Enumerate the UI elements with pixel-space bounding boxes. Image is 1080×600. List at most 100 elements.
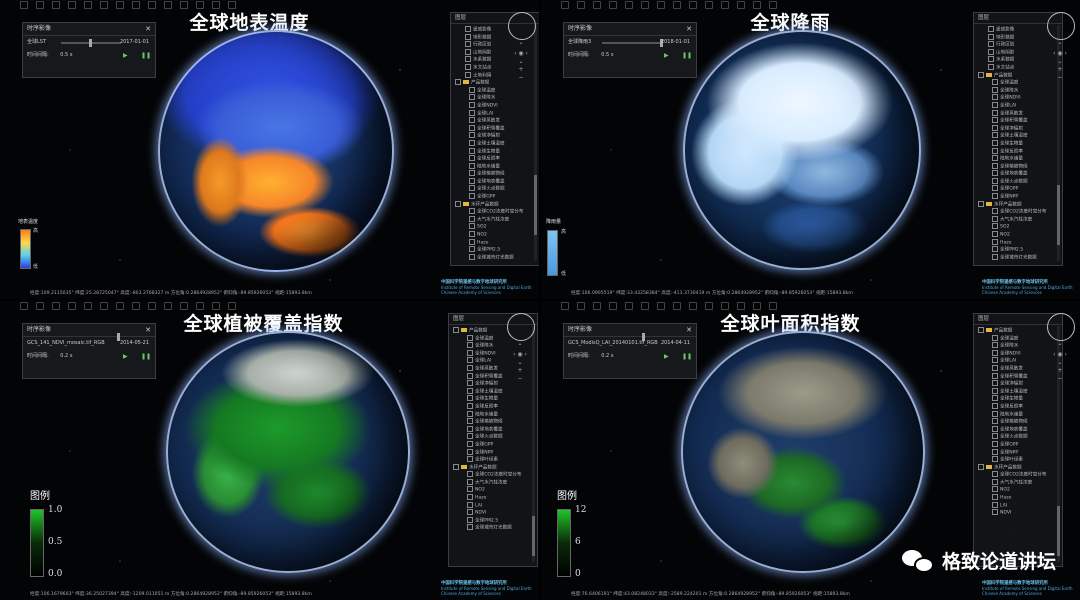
layer-item[interactable]: 全球NDVI [978,94,1062,102]
layer-item[interactable]: 全球土壤湿度 [978,132,1062,140]
layer-item[interactable]: 全球城市灯光数据 [978,253,1062,262]
play-icon[interactable]: ▶ [664,350,669,363]
pause-icon[interactable]: ❚❚ [141,350,151,363]
globe[interactable] [158,30,394,272]
scrollbar[interactable] [534,25,537,261]
layer-item[interactable]: 全球降水 [455,94,539,102]
layer-item[interactable]: 全球反照率 [455,155,539,163]
layer-item[interactable]: 全球地表覆盖 [453,425,537,434]
layer-item[interactable]: 全球GPP [978,185,1062,193]
play-icon[interactable]: ▶ [664,49,669,62]
layer-item[interactable]: 大气水汽柱浓度 [978,478,1062,487]
folder-aq[interactable]: 水环产品数据 [978,463,1062,472]
folder-aq[interactable]: 水环产品数据 [978,200,1062,209]
layer-item[interactable]: NDVI [453,509,537,517]
layer-item[interactable]: SO2 [978,223,1062,231]
layer-item[interactable]: 全球CO2浓度时空分布 [453,471,537,479]
layer-item[interactable]: 全球PM2.5 [453,516,537,525]
close-icon[interactable]: ✕ [145,324,151,336]
layer-item[interactable]: 全球叶绿素 [978,456,1062,464]
nav-controls[interactable]: ⌃ ‹ ◉ › ⌄ + − [507,343,533,383]
layer-item[interactable]: 全球反照率 [978,402,1062,411]
interval-value[interactable]: 0.5 [60,52,68,58]
layer-item[interactable]: Haze [455,238,539,247]
layer-item[interactable]: 陆地水储量 [453,410,537,419]
layer-item[interactable]: 全球土壤湿度 [978,387,1062,396]
compass-icon[interactable] [1047,313,1075,341]
close-icon[interactable]: ✕ [145,23,151,35]
layer-item[interactable]: 全球火点数据 [978,433,1062,441]
layer-item[interactable]: 陆地水储量 [455,162,539,171]
close-icon[interactable]: ✕ [686,324,692,336]
layer-item[interactable]: 全球NPP [978,448,1062,457]
pause-icon[interactable]: ❚❚ [682,350,692,363]
layer-item[interactable]: 全球GPP [978,440,1062,449]
layer-item[interactable]: 全球PM2.5 [455,246,539,254]
compass-icon[interactable] [508,12,536,40]
layer-item[interactable]: 全球生物量 [978,395,1062,403]
layer-item[interactable]: 全球LAI [978,101,1062,110]
timeline-knob[interactable] [642,333,645,341]
layer-item[interactable]: LAI [453,501,537,510]
layer-item[interactable]: NO2 [978,486,1062,494]
layer-item[interactable]: 全球积雪覆盖 [978,117,1062,125]
layer-item[interactable]: 全球温度 [455,86,539,95]
layer-item[interactable]: 全球净辐射 [978,124,1062,133]
layer-item[interactable]: 全球城市灯光数据 [455,253,539,262]
layer-item[interactable]: 全球LAI [455,109,539,118]
layer-item[interactable]: 全球反照率 [978,147,1062,156]
layer-item[interactable]: 全球地表覆盖 [455,177,539,186]
layer-item[interactable]: 全球蒸散发 [978,109,1062,118]
nav-controls[interactable]: ⌃ ‹ ◉ › ⌄ + − [1047,343,1073,383]
layer-item[interactable]: 全球植被物候 [455,170,539,178]
layer-item[interactable]: 全球GPP [455,193,539,201]
pause-icon[interactable]: ❚❚ [682,49,692,62]
layer-item[interactable]: 全球NDVI [455,101,539,110]
layer-item[interactable]: 全球植被物候 [978,418,1062,426]
compass-icon[interactable] [1047,12,1075,40]
layer-item[interactable]: 全球火点数据 [978,177,1062,186]
layer-item[interactable]: 全球生物量 [455,147,539,156]
layer-item[interactable]: 全球地表覆盖 [978,170,1062,178]
pause-icon[interactable]: ❚❚ [141,49,151,62]
layer-item[interactable]: 大气水汽柱浓度 [978,215,1062,224]
layer-item[interactable]: 全球土壤湿度 [455,139,539,148]
layer-item[interactable]: 全球降水 [978,86,1062,95]
layer-item[interactable]: Haze [978,494,1062,502]
layer-item[interactable]: 全球GPP [453,440,537,449]
layer-item[interactable]: 全球CO2浓度时空分布 [455,208,539,216]
layer-item[interactable]: 全球植被物候 [978,162,1062,171]
layer-item[interactable]: Haze [453,494,537,502]
layer-item[interactable]: NO2 [978,231,1062,239]
globe[interactable] [166,331,410,573]
nav-controls[interactable]: ⌃ ‹ ◉ › ⌄ + − [508,42,534,82]
layer-item[interactable]: 全球NPP [978,193,1062,201]
layer-item[interactable]: 全球PM2.5 [978,246,1062,254]
close-icon[interactable]: ✕ [686,23,692,35]
layer-item[interactable]: 全球植被物候 [453,418,537,426]
compass-icon[interactable] [507,313,535,341]
layer-item[interactable]: 全球净辐射 [455,132,539,140]
layer-item[interactable]: 全球蒸散发 [455,117,539,125]
layer-item[interactable]: 全球火点数据 [455,185,539,193]
layer-item[interactable]: 全球积雪覆盖 [455,124,539,133]
timeline-slider[interactable] [602,42,662,44]
layer-item[interactable]: 全球火点数据 [453,433,537,441]
interval-value[interactable]: 0.2 [60,353,68,359]
layer-item[interactable]: 大气水汽柱浓度 [453,478,537,487]
folder-aq[interactable]: 水环产品数据 [455,200,539,209]
play-icon[interactable]: ▶ [123,350,128,363]
layer-item[interactable]: 全球CO2浓度时空分布 [978,471,1062,479]
layer-item[interactable]: NO2 [455,231,539,239]
globe[interactable] [683,30,921,270]
play-icon[interactable]: ▶ [123,49,128,62]
interval-value[interactable]: 0.5 [601,52,609,58]
layer-item[interactable]: NDVI [978,509,1062,517]
layer-item[interactable]: 全球NPP [453,448,537,457]
layer-item[interactable]: 全球地表覆盖 [978,425,1062,434]
globe[interactable] [681,331,925,573]
layer-item[interactable]: 全球城市灯光数据 [453,524,537,532]
layer-item[interactable]: 大气水汽柱浓度 [455,215,539,224]
layer-item[interactable]: NO2 [453,486,537,494]
layer-item[interactable]: LAI [978,501,1062,510]
